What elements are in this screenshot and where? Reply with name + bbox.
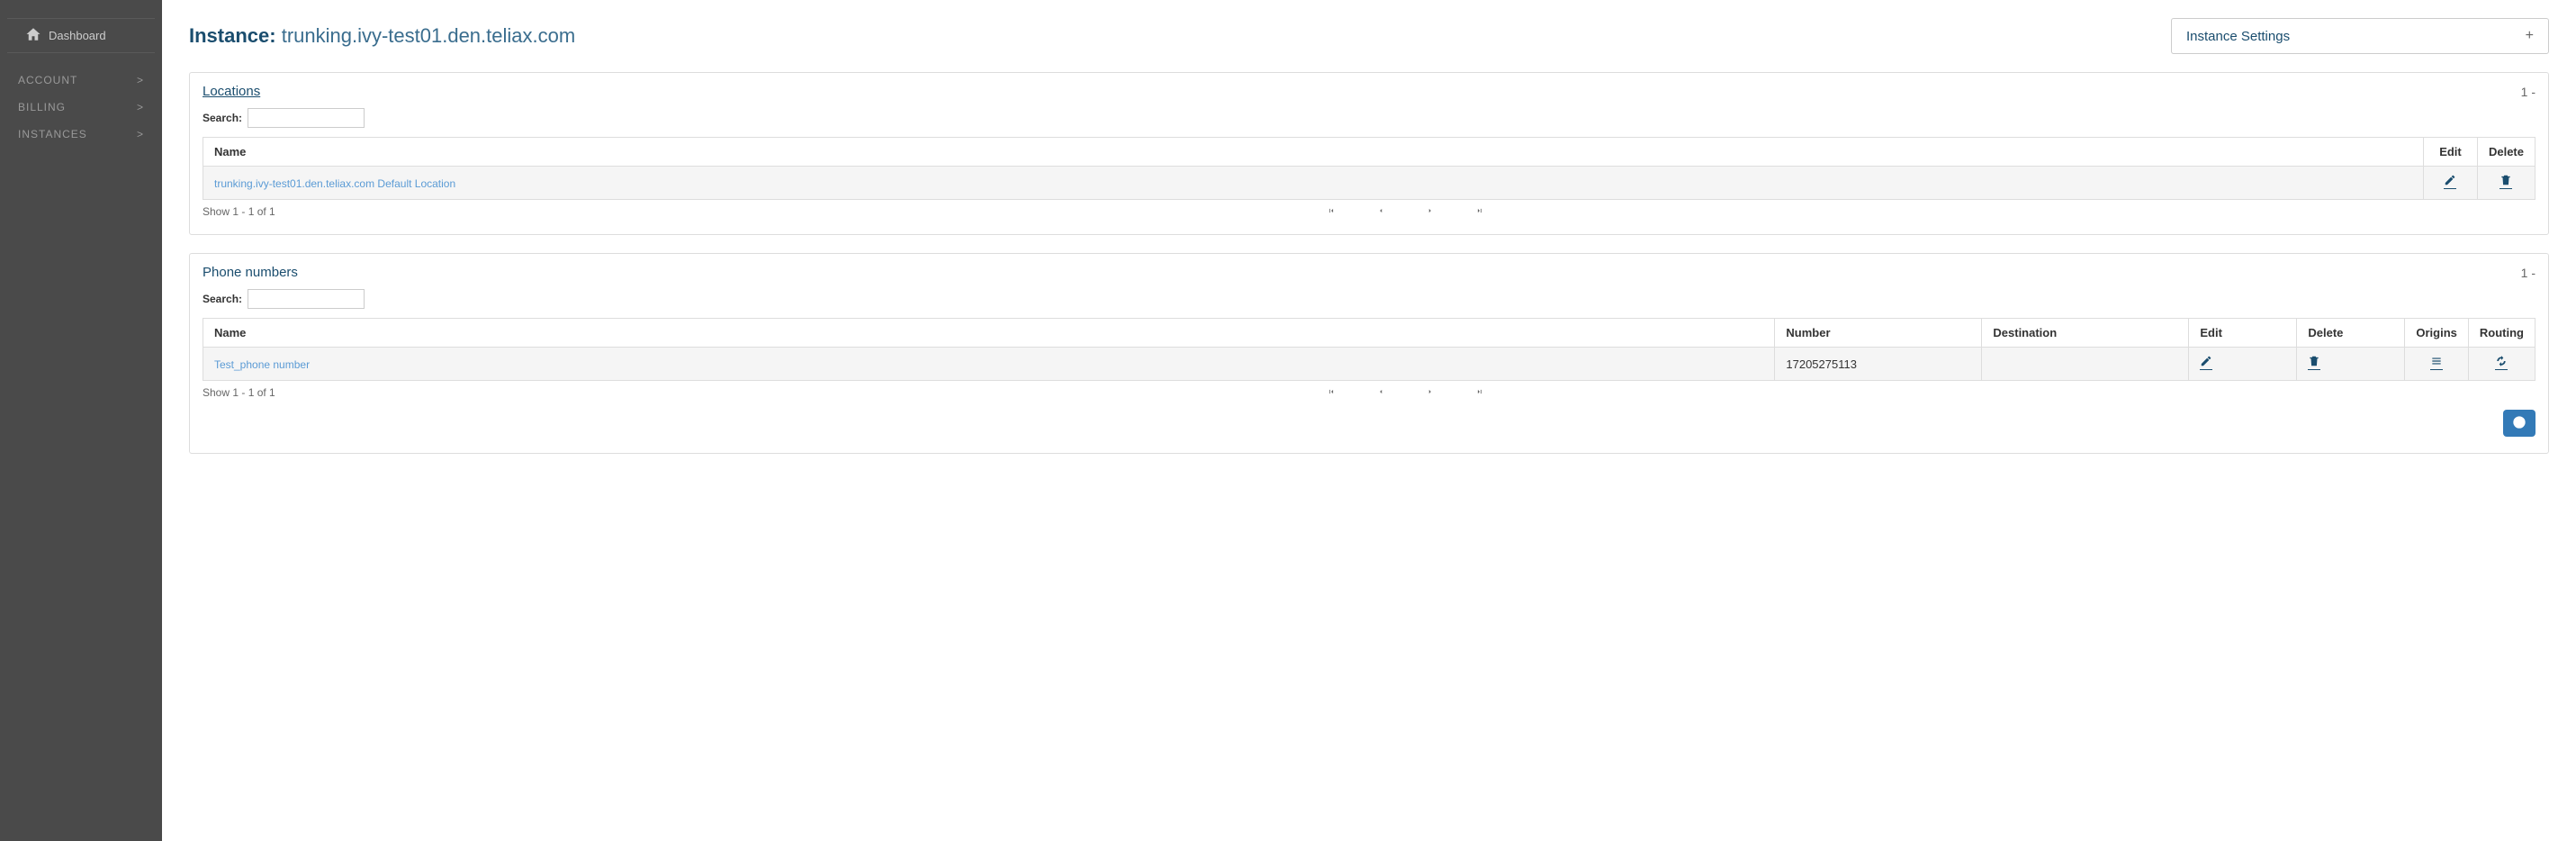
origins-icon[interactable] [2430, 355, 2443, 370]
locations-pager [275, 205, 2535, 218]
sidebar-item-label: BILLING [18, 101, 66, 113]
locations-panel-count: 1 - [2521, 85, 2535, 99]
sidebar-dashboard[interactable]: Dashboard [7, 18, 155, 53]
sidebar: Dashboard ACCOUNT > BILLING > INSTANCES … [0, 0, 162, 841]
pager-last-icon[interactable] [1475, 386, 1484, 399]
sidebar-item-account[interactable]: ACCOUNT > [0, 67, 162, 94]
phones-col-number: Number [1775, 319, 1982, 348]
table-row: trunking.ivy-test01.den.teliax.com Defau… [203, 167, 2535, 200]
phones-show-count: Show 1 - 1 of 1 [203, 386, 275, 399]
routing-icon[interactable] [2495, 355, 2508, 370]
phones-col-edit: Edit [2189, 319, 2297, 348]
phones-col-destination: Destination [1982, 319, 2189, 348]
instance-settings-toggle[interactable]: Instance Settings + [2171, 18, 2549, 54]
locations-col-edit: Edit [2423, 138, 2477, 167]
sidebar-item-label: ACCOUNT [18, 74, 77, 86]
page-title: Instance: trunking.ivy-test01.den.teliax… [189, 24, 575, 48]
table-row: Test_phone number 17205275113 [203, 348, 2535, 381]
locations-col-name: Name [203, 138, 2424, 167]
locations-col-delete: Delete [2477, 138, 2535, 167]
chevron-right-icon: > [137, 128, 144, 140]
plus-icon: + [2526, 28, 2534, 44]
phone-name-link[interactable]: Test_phone number [214, 358, 310, 371]
chevron-right-icon: > [137, 74, 144, 86]
phones-col-delete: Delete [2297, 319, 2405, 348]
trash-icon[interactable] [2308, 355, 2320, 370]
sidebar-item-billing[interactable]: BILLING > [0, 94, 162, 121]
phones-table: Name Number Destination Edit Delete Orig… [203, 318, 2535, 381]
phone-destination-cell [1982, 348, 2189, 381]
pager-first-icon[interactable] [1327, 386, 1336, 399]
phones-col-name: Name [203, 319, 1775, 348]
phones-panel-count: 1 - [2521, 266, 2535, 280]
locations-search-input[interactable] [248, 108, 365, 128]
phone-number-cell: 17205275113 [1775, 348, 1982, 381]
pager-next-icon[interactable] [1426, 386, 1435, 399]
sidebar-item-label: INSTANCES [18, 128, 87, 140]
phones-pager [275, 386, 2535, 399]
edit-icon[interactable] [2200, 355, 2212, 370]
home-icon [25, 26, 41, 45]
phones-title: Phone numbers [203, 265, 298, 280]
phones-col-routing: Routing [2468, 319, 2535, 348]
locations-title[interactable]: Locations [203, 84, 260, 99]
page-title-value: trunking.ivy-test01.den.teliax.com [282, 24, 576, 47]
phones-search-label: Search: [203, 293, 242, 305]
page-title-prefix: Instance: [189, 24, 282, 47]
locations-table: Name Edit Delete trunking.ivy-test01.den… [203, 137, 2535, 200]
pager-next-icon[interactable] [1426, 205, 1435, 218]
instance-settings-label: Instance Settings [2186, 29, 2290, 44]
pager-prev-icon[interactable] [1376, 386, 1385, 399]
phones-col-origins: Origins [2405, 319, 2469, 348]
pager-first-icon[interactable] [1327, 205, 1336, 218]
plus-circle-icon [2512, 415, 2526, 432]
locations-search-label: Search: [203, 112, 242, 124]
location-name-link[interactable]: trunking.ivy-test01.den.teliax.com Defau… [214, 177, 455, 190]
sidebar-item-instances[interactable]: INSTANCES > [0, 121, 162, 148]
pager-last-icon[interactable] [1475, 205, 1484, 218]
locations-panel: Locations 1 - Search: Name Edit Delete [189, 72, 2549, 235]
main-content: Instance: trunking.ivy-test01.den.teliax… [162, 0, 2576, 841]
edit-icon[interactable] [2444, 174, 2456, 189]
add-phone-button[interactable] [2503, 410, 2535, 437]
locations-show-count: Show 1 - 1 of 1 [203, 205, 275, 218]
chevron-right-icon: > [137, 101, 144, 113]
sidebar-dashboard-label: Dashboard [49, 29, 106, 42]
pager-prev-icon[interactable] [1376, 205, 1385, 218]
phone-numbers-panel: Phone numbers 1 - Search: Name Number De… [189, 253, 2549, 454]
header-row: Instance: trunking.ivy-test01.den.teliax… [189, 18, 2549, 54]
phones-search-input[interactable] [248, 289, 365, 309]
trash-icon[interactable] [2499, 174, 2512, 189]
